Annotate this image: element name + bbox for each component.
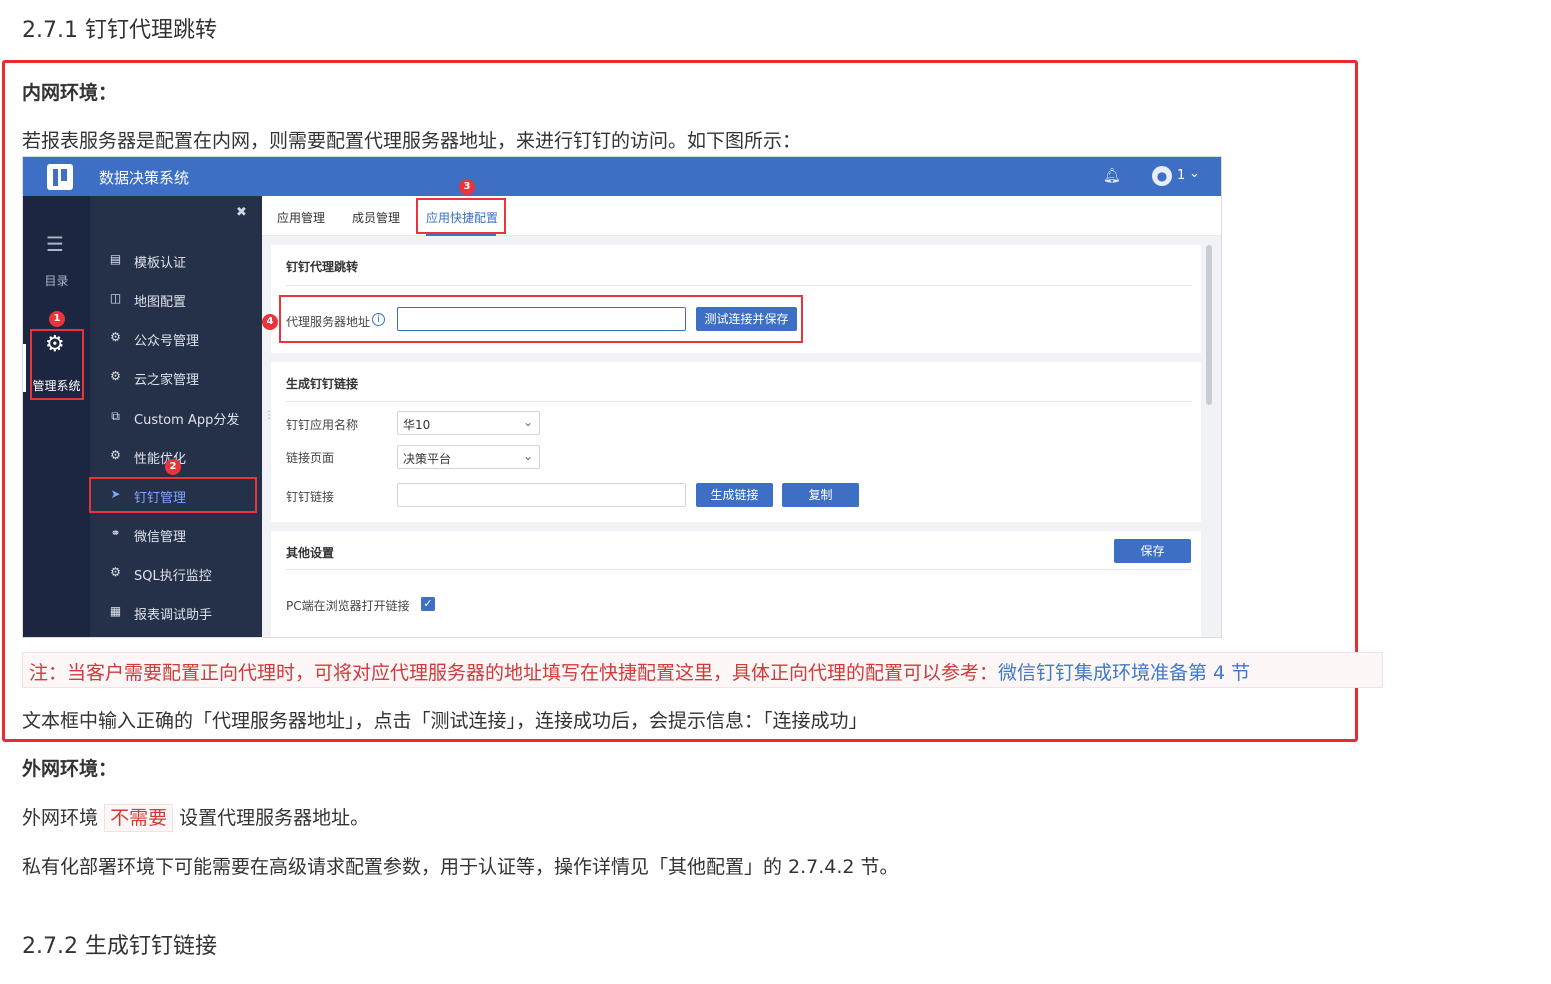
note-callout: 注：当客户需要配置正向代理时，可将对应代理服务器的地址填写在快捷配置这里，具体正… xyxy=(22,652,1383,688)
instruction-text: 文本框中输入正确的「代理服务器地址」，点击「测试连接」，连接成功后，会提示信息：… xyxy=(22,710,868,732)
pc-browser-open-checkbox[interactable]: ✓ xyxy=(421,597,435,611)
sidebar-item-official-account[interactable]: ⚙ 公众号管理 xyxy=(90,321,262,357)
link-page-label: 链接页面 xyxy=(286,451,335,465)
nav-rail: ☰ 目录 ⚙ 管理系统 xyxy=(23,196,90,637)
custom-app-icon: ⧉ xyxy=(111,409,120,423)
divider xyxy=(286,569,1192,570)
marker-box-1 xyxy=(30,329,84,400)
gear-icon: ⚙ xyxy=(110,448,121,462)
user-name[interactable]: 1 xyxy=(1177,168,1185,183)
extranet-description: 外网环境 不需要 设置代理服务器地址。 xyxy=(22,803,369,832)
sidebar-item-sql-monitor[interactable]: ⚙ SQL执行监控 xyxy=(90,556,262,592)
app-header: 数据决策系统 🔔︎ ● 1 ⌄ xyxy=(23,157,1221,196)
marker-4: 4 xyxy=(262,314,278,330)
save-button[interactable]: 保存 xyxy=(1114,539,1191,563)
embedded-screenshot: 数据决策系统 🔔︎ ● 1 ⌄ ☰ 目录 ⚙ 管理系统 ✖ ▤ 模板认证 ◫ 地图配… xyxy=(22,156,1222,638)
note-link[interactable]: 微信钉钉集成环境准备第 4 节 xyxy=(998,662,1250,684)
gear-icon: ⚙ xyxy=(110,565,121,579)
bell-icon[interactable]: 🔔︎ xyxy=(1103,168,1121,184)
other-settings-title: 其他设置 xyxy=(286,546,335,560)
system-title: 数据决策系统 xyxy=(99,169,190,187)
link-section: 生成钉钉链接 钉钉应用名称 华10 ⌄ 链接页面 决策平台 ⌄ 钉钉链接 生成链接 … xyxy=(271,362,1201,522)
chevron-down-icon[interactable]: ⌄ xyxy=(1189,166,1200,181)
intranet-description: 若报表服务器是配置在内网，则需要配置代理服务器地址，来进行钉钉的访问。如下图所示… xyxy=(22,130,802,152)
intranet-label: 内网环境： xyxy=(22,82,118,104)
generate-link-button[interactable]: 生成链接 xyxy=(696,483,773,507)
dingtalk-app-name-label: 钉钉应用名称 xyxy=(286,418,359,432)
admin-sidebar: ✖ ▤ 模板认证 ◫ 地图配置 ⚙ 公众号管理 ⚙ 云之家管理 ⧉ Custom App分… xyxy=(90,196,262,637)
note-text: 注：当客户需要配置正向代理时，可将对应代理服务器的地址填写在快捷配置这里，具体正… xyxy=(29,662,999,684)
gear-icon: ⚙ xyxy=(110,330,121,344)
user-avatar-icon[interactable]: ● xyxy=(1152,166,1172,186)
marker-box-4 xyxy=(279,295,803,343)
dingtalk-link-input[interactable] xyxy=(397,483,686,507)
proxy-section-title: 钉钉代理跳转 xyxy=(286,260,359,274)
sidebar-item-wechat[interactable]: ⚭ 微信管理 xyxy=(90,517,262,553)
tab-member-management[interactable]: 成员管理 xyxy=(352,209,400,226)
template-cert-icon: ▤ xyxy=(109,252,122,266)
sidebar-item-custom-app[interactable]: ⧉ Custom App分发 xyxy=(90,400,262,436)
private-deploy-text: 私有化部署环境下可能需要在高级请求配置参数，用于认证等，操作详情见「其他配置」的… xyxy=(22,856,899,878)
map-icon: ◫ xyxy=(109,291,122,305)
gear-icon: ⚙ xyxy=(110,369,121,383)
not-required-highlight: 不需要 xyxy=(104,804,174,832)
dingtalk-app-select[interactable]: 华10 ⌄ xyxy=(397,411,540,435)
section-heading-2-7-2: 2.7.2 生成钉钉链接 xyxy=(22,934,217,959)
link-section-title: 生成钉钉链接 xyxy=(286,377,359,391)
chevron-down-icon: ⌄ xyxy=(522,449,533,463)
marker-box-3 xyxy=(416,198,506,234)
extranet-label: 外网环境： xyxy=(22,758,118,780)
wechat-icon: ⚭ xyxy=(110,526,121,540)
marker-2: 2 xyxy=(165,459,181,475)
pin-icon[interactable]: ✖ xyxy=(236,205,247,220)
section-heading-2-7-1: 2.7.1 钉钉代理跳转 xyxy=(22,18,217,43)
copy-button[interactable]: 复制 xyxy=(782,483,859,507)
tab-app-management[interactable]: 应用管理 xyxy=(277,209,325,226)
sidebar-item-map-config[interactable]: ◫ 地图配置 xyxy=(90,282,262,318)
sidebar-item-template-cert[interactable]: ▤ 模板认证 xyxy=(90,243,262,279)
sidebar-item-debug-helper[interactable]: ▦ 报表调试助手 xyxy=(90,595,262,631)
divider xyxy=(286,401,1192,402)
app-logo-icon xyxy=(47,164,73,190)
rail-item-catalog[interactable]: 目录 xyxy=(23,272,90,289)
marker-1: 1 xyxy=(49,311,65,327)
pc-browser-open-label: PC端在浏览器打开链接 xyxy=(286,599,410,613)
debug-icon: ▦ xyxy=(109,604,122,618)
sidebar-item-yunzhijia[interactable]: ⚙ 云之家管理 xyxy=(90,360,262,396)
other-settings-section: 其他设置 保存 PC端在浏览器打开链接 ✓ xyxy=(271,531,1201,637)
link-page-select[interactable]: 决策平台 ⌄ xyxy=(397,445,540,469)
marker-box-2 xyxy=(89,477,257,513)
chevron-down-icon: ⌄ xyxy=(522,415,533,429)
divider xyxy=(286,285,1192,286)
tab-bar: 应用管理 成员管理 应用快捷配置 xyxy=(262,196,1221,236)
dingtalk-link-label: 钉钉链接 xyxy=(286,490,335,504)
catalog-list-icon[interactable]: ☰ xyxy=(46,232,64,256)
marker-3: 3 xyxy=(459,179,475,195)
scrollbar[interactable] xyxy=(1206,245,1212,405)
